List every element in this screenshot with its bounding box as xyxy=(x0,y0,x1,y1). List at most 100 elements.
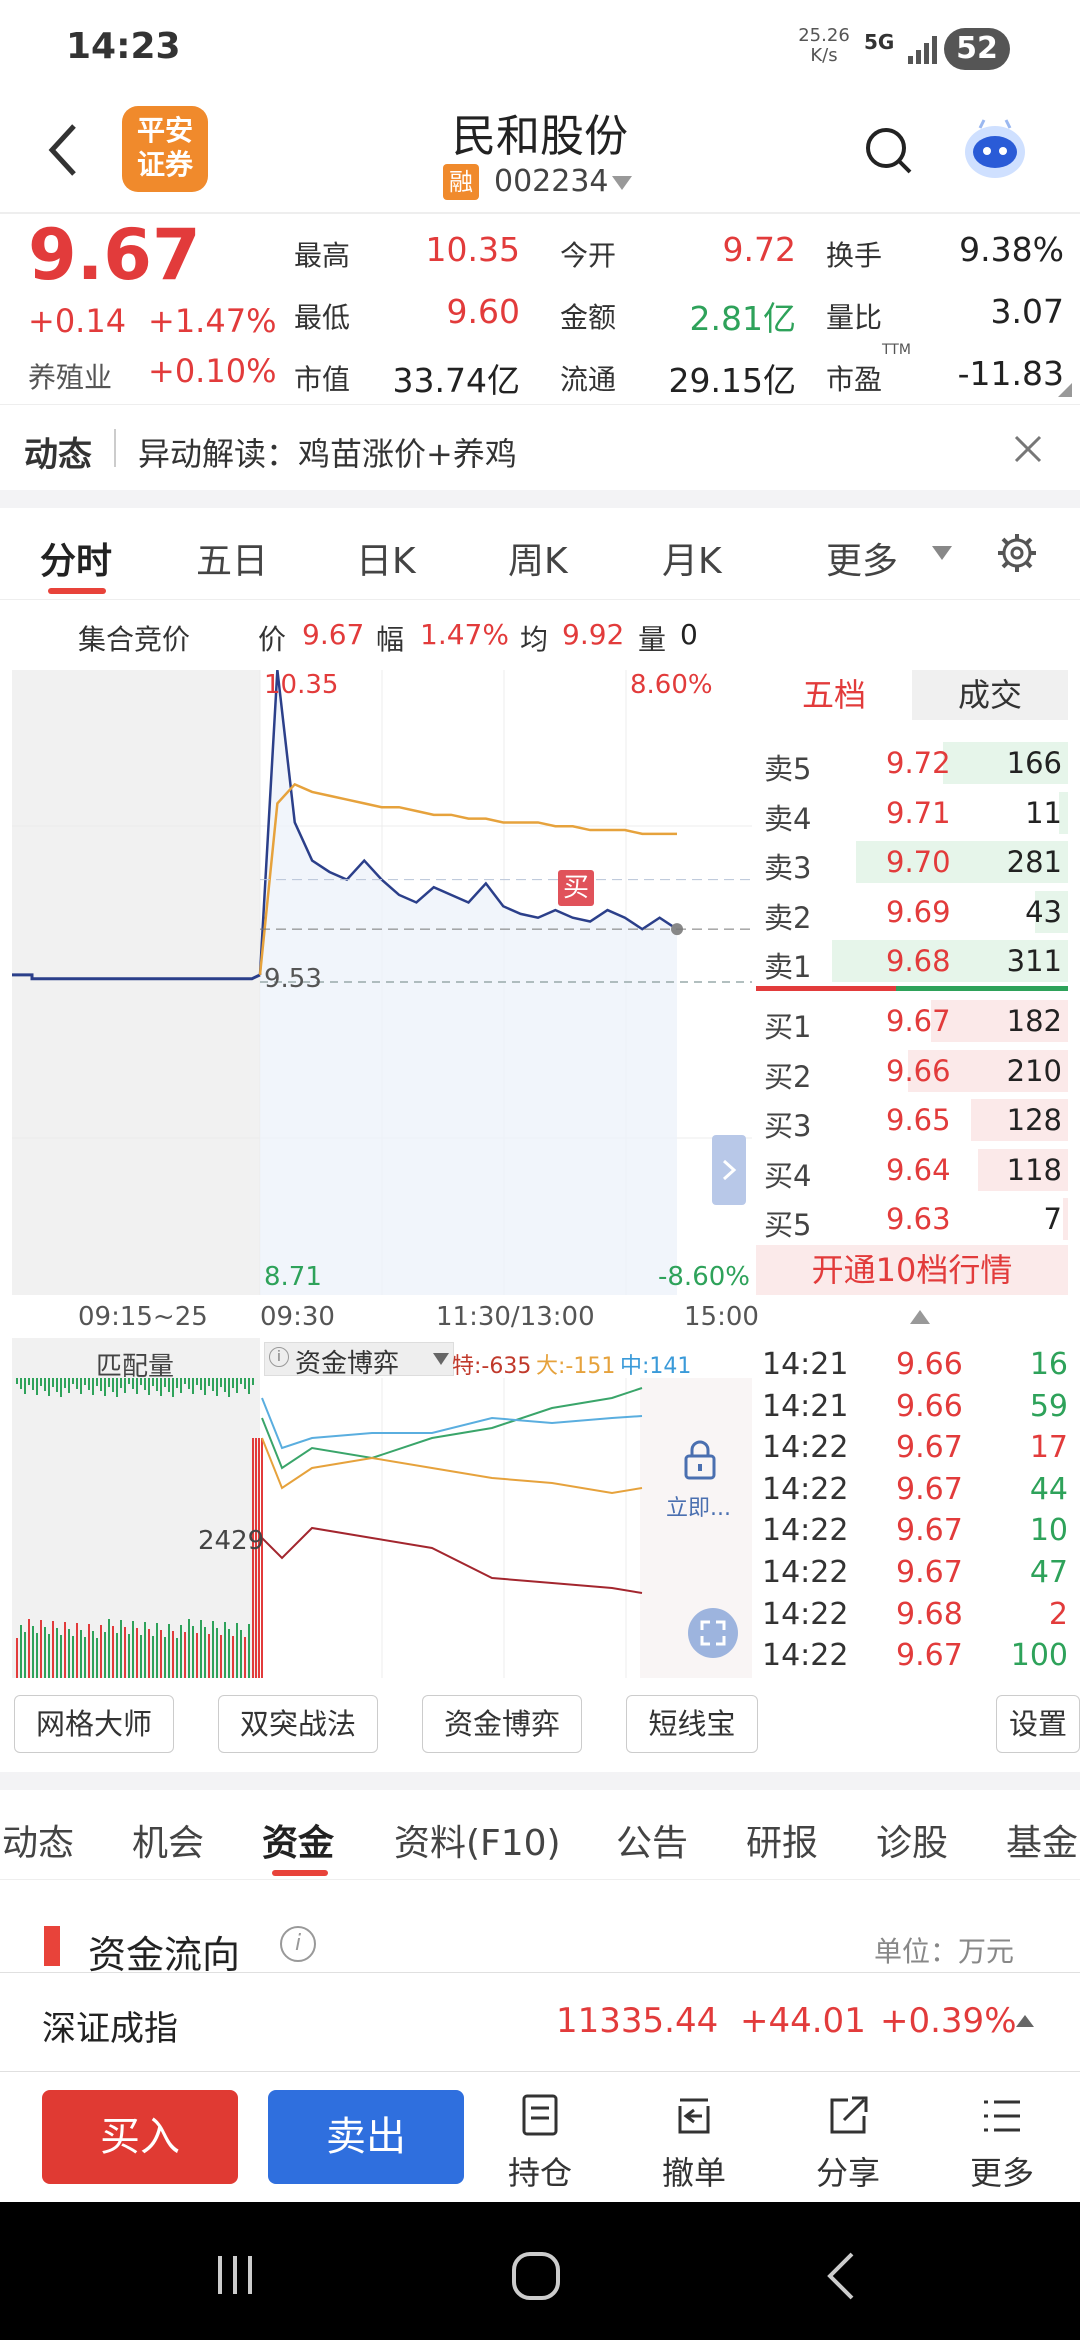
home-icon[interactable] xyxy=(510,2250,562,2302)
ask-row[interactable]: 卖2 9.69 43 xyxy=(756,887,1068,937)
more-dropdown-icon[interactable] xyxy=(930,544,954,562)
subtab-f10[interactable]: 资料(F10) xyxy=(394,1814,561,1866)
sell-button[interactable]: 卖出 xyxy=(268,2090,464,2184)
volume-bar xyxy=(255,1438,257,1678)
subtab-research[interactable]: 研报 xyxy=(746,1814,818,1866)
volume-bar xyxy=(64,1622,66,1678)
bid-row[interactable]: 买3 9.65 128 xyxy=(756,1095,1068,1145)
volume-bar xyxy=(200,1620,202,1678)
volume-bar xyxy=(124,1627,126,1678)
unlock-text[interactable]: 立即... xyxy=(666,1490,731,1522)
tab-order-book[interactable]: 五档 xyxy=(756,670,912,720)
capital-flow-chart[interactable]: 匹配量 i 资金博弈 特:-635 大:-151 中:141 2429 立即..… xyxy=(12,1338,752,1678)
subtab-announcement[interactable]: 公告 xyxy=(616,1814,688,1866)
info-icon[interactable]: i xyxy=(280,1926,316,1962)
bid-row[interactable]: 买2 9.66 210 xyxy=(756,1046,1068,1096)
settings-button[interactable]: 设置 xyxy=(996,1695,1080,1753)
volume-bar xyxy=(68,1378,70,1393)
tab-monthly-k[interactable]: 月K xyxy=(662,532,722,584)
code-dropdown-icon[interactable] xyxy=(610,174,634,192)
tab-trades[interactable]: 成交 xyxy=(912,670,1068,720)
bid-row[interactable]: 买1 9.67 182 xyxy=(756,996,1068,1046)
x-tick: 11:30/13:00 xyxy=(436,1302,595,1332)
volume-bar xyxy=(156,1623,158,1678)
intraday-chart[interactable]: 10.35 8.60% 9.53 8.71 -8.60% 买 xyxy=(12,669,752,1295)
ask-row[interactable]: 卖1 9.68 311 xyxy=(756,936,1068,986)
recent-apps-icon[interactable] xyxy=(212,2252,258,2298)
bid-row[interactable]: 买5 9.63 7 xyxy=(756,1194,1068,1244)
divider xyxy=(114,429,116,467)
tab-daily-k[interactable]: 日K xyxy=(356,532,416,584)
tab-five-day[interactable]: 五日 xyxy=(196,532,268,584)
subtab-diagnosis[interactable]: 诊股 xyxy=(876,1814,948,1866)
subtab-opportunity[interactable]: 机会 xyxy=(132,1814,204,1866)
cancel-order-button[interactable]: 撤单 xyxy=(634,2092,754,2194)
subtab-capital[interactable]: 资金 xyxy=(262,1814,334,1866)
subtab-fund[interactable]: 基金 xyxy=(1006,1814,1078,1866)
ask-row[interactable]: 卖5 9.72 166 xyxy=(756,738,1068,788)
y-high-label: 10.35 xyxy=(264,670,339,700)
tab-intraday[interactable]: 分时 xyxy=(40,532,112,584)
system-nav-bar xyxy=(0,2202,1080,2340)
holdings-button[interactable]: 持仓 xyxy=(480,2092,600,2194)
tick-row: 14:22 9.68 2 xyxy=(762,1595,1068,1637)
lock-icon[interactable] xyxy=(678,1438,722,1482)
back-icon[interactable] xyxy=(40,120,90,180)
grid-master-button[interactable]: 网格大师 xyxy=(14,1695,174,1753)
expand-up-icon[interactable] xyxy=(1014,2013,1036,2029)
search-icon[interactable] xyxy=(862,120,916,180)
share-button[interactable]: 分享 xyxy=(788,2092,908,2194)
news-bar[interactable]: 动态 异动解读：鸡苗涨价+养鸡 xyxy=(0,404,1080,492)
y-mid-label: 9.53 xyxy=(264,964,322,994)
expand-panel-button[interactable] xyxy=(712,1135,746,1205)
volume-bar xyxy=(84,1637,86,1678)
ask-row[interactable]: 卖4 9.71 11 xyxy=(756,788,1068,838)
scroll-up-icon[interactable] xyxy=(908,1308,932,1326)
volume-bar xyxy=(52,1621,54,1678)
short-term-button[interactable]: 短线宝 xyxy=(626,1695,758,1753)
volume-bar xyxy=(164,1637,166,1678)
gear-icon[interactable] xyxy=(996,532,1038,574)
volume-bar xyxy=(120,1620,122,1678)
volume-bar xyxy=(248,1378,250,1394)
level-label: 买4 xyxy=(764,1158,812,1193)
news-text[interactable]: 异动解读：鸡苗涨价+养鸡 xyxy=(138,429,517,475)
volume-bar xyxy=(212,1621,214,1678)
ask-row[interactable]: 卖3 9.70 281 xyxy=(756,837,1068,887)
double-breakout-button[interactable]: 双突战法 xyxy=(218,1695,378,1753)
volume-bar xyxy=(36,1378,38,1395)
price-change-pct: +1.47% xyxy=(148,302,277,340)
bid-row[interactable]: 买4 9.64 118 xyxy=(756,1145,1068,1195)
volume-bar xyxy=(204,1378,206,1395)
buy-marker[interactable]: 买 xyxy=(558,870,594,906)
buy-button[interactable]: 买入 xyxy=(42,2090,238,2184)
price-label: 价 xyxy=(258,623,287,656)
volume-bar xyxy=(180,1625,182,1678)
volume-bar xyxy=(261,1438,263,1678)
tab-more[interactable]: 更多 xyxy=(826,532,898,584)
volume-bar xyxy=(200,1378,202,1390)
close-icon[interactable] xyxy=(1010,431,1046,467)
industry-name[interactable]: 养殖业 xyxy=(28,356,112,396)
volume-bar xyxy=(224,1378,226,1392)
robot-assistant-icon[interactable] xyxy=(960,114,1030,184)
level-volume: 210 xyxy=(1006,1053,1062,1088)
more-button[interactable]: 更多 xyxy=(942,2092,1062,2194)
volume-bar xyxy=(140,1635,142,1678)
volume-bar xyxy=(216,1628,218,1678)
fullscreen-icon[interactable] xyxy=(688,1608,738,1658)
back-nav-icon[interactable] xyxy=(820,2250,866,2302)
upgrade-level10-button[interactable]: 开通10档行情 xyxy=(756,1245,1068,1295)
level-volume: 43 xyxy=(1025,894,1062,929)
flow-mode-dropdown[interactable]: i 资金博弈 xyxy=(264,1342,454,1379)
tick-price: 9.67 xyxy=(896,1555,963,1590)
unit-label: 单位：万元 xyxy=(874,1935,1015,1968)
index-ticker[interactable]: 深证成指 11335.44 +44.01 +0.39% xyxy=(0,1972,1080,2072)
subtab-news[interactable]: 动态 xyxy=(2,1814,74,1866)
tab-weekly-k[interactable]: 周K xyxy=(508,532,568,584)
capital-game-button[interactable]: 资金博弈 xyxy=(422,1695,582,1753)
volume-bar xyxy=(16,1638,18,1678)
volume-bar xyxy=(136,1628,138,1678)
price-change: +0.14 xyxy=(28,302,127,340)
level-volume: 166 xyxy=(1006,746,1062,780)
